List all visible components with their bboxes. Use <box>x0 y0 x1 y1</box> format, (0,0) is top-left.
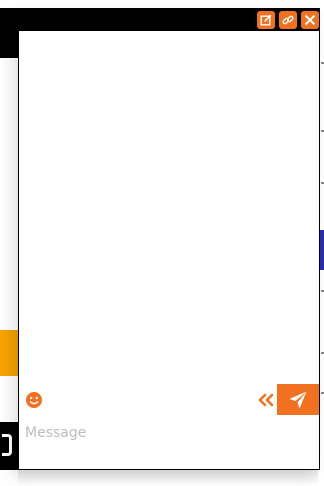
composer <box>19 383 319 469</box>
chat-widget <box>18 8 320 470</box>
collapse-icon <box>258 393 274 407</box>
background-orange-block <box>0 330 18 376</box>
background-dark-block <box>0 422 18 470</box>
collapse-button[interactable] <box>255 389 277 411</box>
background-glyph <box>2 434 12 456</box>
edit-button[interactable] <box>257 11 275 29</box>
background-page-left <box>0 0 18 486</box>
close-button[interactable] <box>301 11 319 29</box>
background-blue-block <box>320 230 324 270</box>
message-input[interactable] <box>25 421 305 445</box>
background-header-fragment <box>0 8 20 58</box>
chat-titlebar <box>19 9 319 31</box>
close-icon <box>304 14 316 26</box>
widget-shadow <box>18 470 318 486</box>
emoji-button[interactable] <box>25 391 43 409</box>
edit-icon <box>260 14 272 26</box>
message-list[interactable] <box>19 31 319 384</box>
link-icon <box>282 15 294 25</box>
send-button[interactable] <box>277 384 319 415</box>
link-button[interactable] <box>279 11 297 29</box>
emoji-icon <box>26 392 42 408</box>
send-icon <box>289 391 307 408</box>
